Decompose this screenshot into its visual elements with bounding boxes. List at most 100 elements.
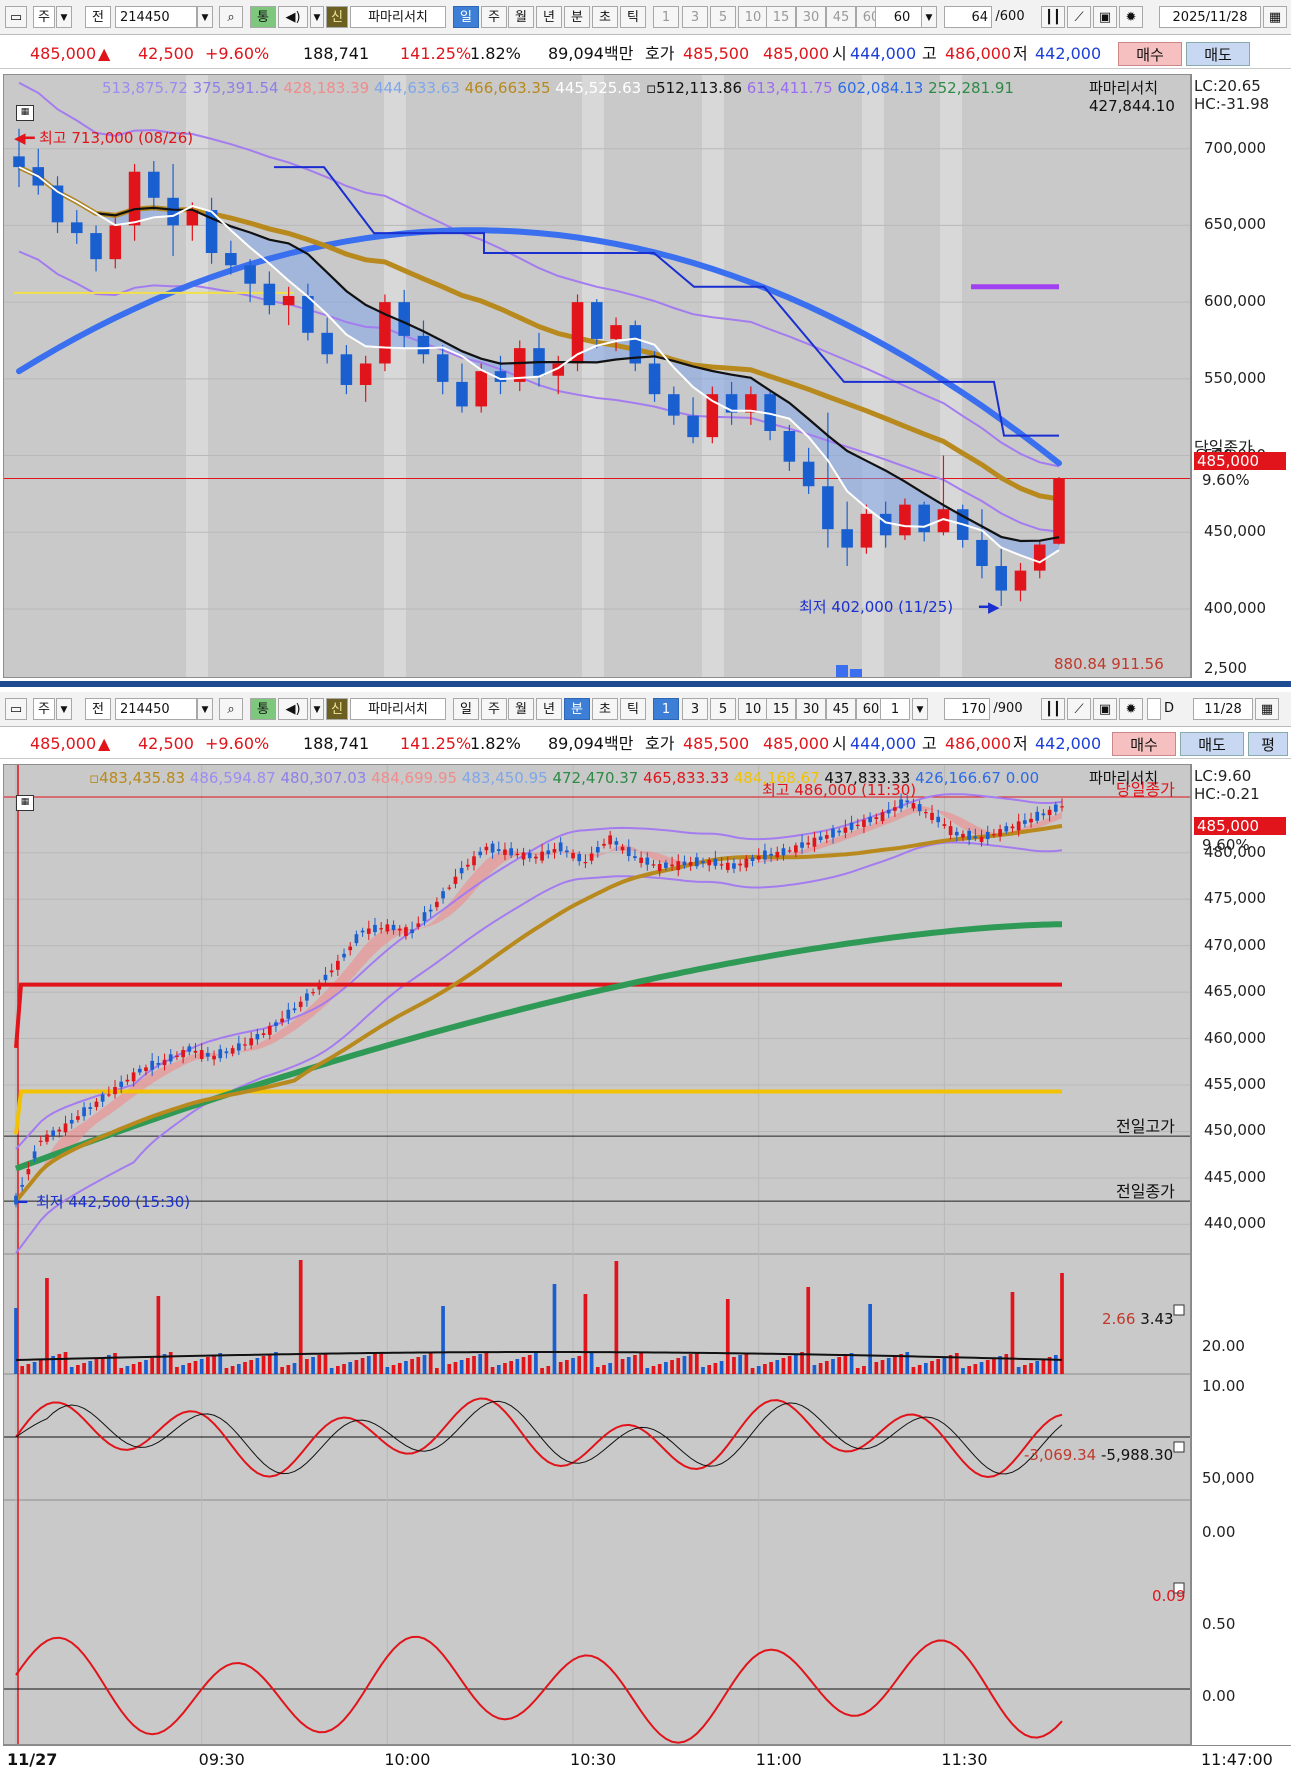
stock-code-input[interactable]: 214450 [115, 698, 197, 720]
chevron-down-icon[interactable]: ▼ [56, 698, 72, 720]
d-checkbox[interactable] [1147, 698, 1161, 720]
interval-button-5[interactable]: 5 [710, 698, 736, 720]
chevron-down-icon[interactable]: ▼ [197, 698, 213, 720]
period-button-년[interactable]: 년 [536, 698, 562, 720]
minute-volume-bar [329, 1368, 334, 1374]
minute-volume-bar [243, 1362, 247, 1374]
interval-button-1[interactable]: 1 [653, 6, 679, 28]
interval-button-10[interactable]: 10 [738, 6, 768, 28]
interval-button-3[interactable]: 3 [682, 6, 708, 28]
count-input[interactable]: 170 [944, 698, 990, 720]
window-icon[interactable]: ▭ [5, 698, 27, 720]
minute-candle-body [694, 857, 699, 867]
minute-volume-bar [657, 1364, 662, 1374]
period-button-년[interactable]: 년 [536, 6, 562, 28]
search-icon[interactable]: ⌕ [219, 6, 243, 28]
period-button-일[interactable]: 일 [453, 698, 479, 720]
minute-candle-body [317, 982, 322, 990]
minute-volume-bar [515, 1359, 520, 1374]
period-button-틱[interactable]: 틱 [620, 6, 646, 28]
minute-legend-value: 484,699.95 [371, 769, 462, 787]
candle-icon[interactable]: ┃┃ [1041, 698, 1065, 720]
interval-button-30[interactable]: 30 [796, 6, 826, 28]
grid-toggle-icon[interactable]: ▦ [16, 795, 34, 811]
period-button-주[interactable]: 주 [481, 6, 507, 28]
date-field[interactable]: 11/28 [1193, 698, 1253, 720]
pyeong-button[interactable]: 평 [1248, 732, 1288, 756]
calendar-icon[interactable]: ▦ [1255, 698, 1279, 720]
stock-code-input[interactable]: 214450 [115, 6, 197, 28]
daily-chart-area[interactable]: 최고 713,000 (08/26) ◀━ 최저 402,000 (11/25) ━▶… [3, 74, 1191, 678]
interval-button-30[interactable]: 30 [796, 698, 826, 720]
sin-button[interactable]: 신 [326, 698, 348, 720]
speaker-icon[interactable]: ◀) [278, 698, 308, 720]
sell-button[interactable]: 매도 [1180, 732, 1244, 756]
tong-button[interactable]: 통 [250, 698, 276, 720]
period-button-초[interactable]: 초 [592, 6, 618, 28]
interval-button-5[interactable]: 5 [710, 6, 736, 28]
daily-lc-label: LC:20.65 [1194, 77, 1261, 95]
period-button-분[interactable]: 분 [564, 698, 590, 720]
minute-candle-body [682, 861, 687, 866]
interval-select[interactable]: 1 [880, 698, 910, 720]
period-button-일[interactable]: 일 [453, 6, 479, 28]
tong-button[interactable]: 통 [250, 6, 276, 28]
minute-candle-body [100, 1094, 105, 1102]
minute-chart-area[interactable]: 당일종가 전일고가 전일종가 최고 486,000 (11:30) ━ 최저 442,50… [3, 764, 1191, 1745]
period-button-틱[interactable]: 틱 [620, 698, 646, 720]
minute-candle-body [849, 822, 854, 830]
minute-candle-body [206, 1053, 210, 1057]
interval-button-15[interactable]: 15 [766, 698, 796, 720]
candle-icon[interactable]: ┃┃ [1041, 6, 1065, 28]
minute-candle-body [187, 1046, 192, 1052]
chevron-down-icon[interactable]: ▼ [310, 698, 324, 720]
sin-button[interactable]: 신 [326, 6, 348, 28]
trend-icon[interactable]: ⟋ [1067, 6, 1091, 28]
calendar-icon[interactable]: ▦ [1263, 6, 1287, 28]
date-field[interactable]: 2025/11/28 [1159, 6, 1261, 28]
minute-candle-body [298, 1001, 303, 1008]
chevron-down-icon[interactable]: ▼ [197, 6, 213, 28]
buy-button[interactable]: 매수 [1112, 732, 1176, 756]
period-button-주[interactable]: 주 [481, 698, 507, 720]
period-button-월[interactable]: 월 [508, 6, 534, 28]
daily-candle-body [475, 371, 487, 407]
interval-button-1[interactable]: 1 [653, 698, 679, 720]
chevron-down-icon[interactable]: ▼ [912, 698, 928, 720]
interval-button-15[interactable]: 15 [766, 6, 796, 28]
minute-candle-body [305, 993, 309, 1001]
stock-name-field[interactable]: 파마리서치 [350, 6, 446, 28]
interval-button-10[interactable]: 10 [738, 698, 768, 720]
chevron-down-icon[interactable]: ▼ [56, 6, 72, 28]
count-input[interactable]: 64 [944, 6, 992, 28]
interval-button-45[interactable]: 45 [826, 698, 856, 720]
minute-volume-bar [32, 1362, 37, 1374]
minute-candle-body [769, 853, 773, 856]
gear-icon[interactable]: ✹ [1119, 6, 1143, 28]
save-icon[interactable]: ▣ [1093, 6, 1117, 28]
minute-candle-body [1029, 818, 1033, 823]
minute-candle-body [236, 1043, 241, 1051]
period-button-월[interactable]: 월 [508, 698, 534, 720]
stock-name-field[interactable]: 파마리서치 [350, 698, 446, 720]
trend-icon[interactable]: ⟋ [1067, 698, 1091, 720]
gear-icon[interactable]: ✹ [1119, 698, 1143, 720]
period-button-초[interactable]: 초 [592, 698, 618, 720]
chevron-down-icon[interactable]: ▼ [921, 6, 937, 28]
minute-candle-body [1041, 813, 1046, 816]
minute-candle-body [688, 862, 693, 866]
buy-button[interactable]: 매수 [1118, 42, 1182, 66]
period-button-분[interactable]: 분 [564, 6, 590, 28]
minute-candle-body [391, 924, 396, 931]
save-icon[interactable]: ▣ [1093, 698, 1117, 720]
interval-button-45[interactable]: 45 [826, 6, 856, 28]
minute-tick-label: 475,000 [1204, 889, 1267, 908]
interval-button-3[interactable]: 3 [682, 698, 708, 720]
pane-separator[interactable] [0, 681, 1291, 687]
sell-button[interactable]: 매도 [1186, 42, 1250, 66]
window-icon[interactable]: ▭ [5, 6, 27, 28]
search-icon[interactable]: ⌕ [219, 698, 243, 720]
speaker-icon[interactable]: ◀) [278, 6, 308, 28]
chevron-down-icon[interactable]: ▼ [310, 6, 324, 28]
grid-toggle-icon[interactable]: ▦ [16, 105, 34, 121]
